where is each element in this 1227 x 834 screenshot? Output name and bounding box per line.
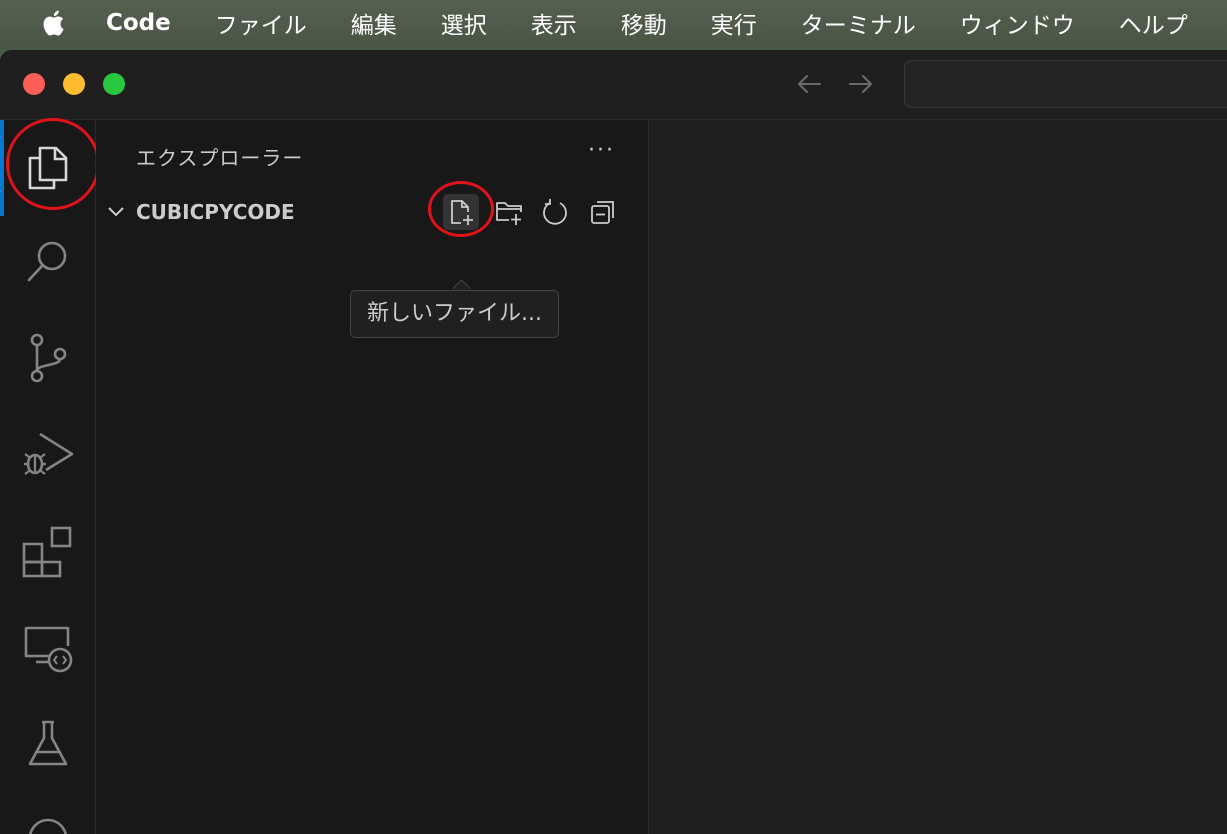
editor-area[interactable] (649, 120, 1227, 834)
menu-file[interactable]: ファイル (215, 6, 307, 40)
new-folder-button[interactable] (491, 194, 527, 230)
zoom-window-button[interactable] (103, 73, 125, 95)
testing-icon[interactable] (20, 714, 76, 770)
sidebar-title: エクスプローラー (136, 146, 304, 170)
close-window-button[interactable] (23, 73, 45, 95)
annotation-circle-explorer (6, 118, 100, 210)
explorer-sidebar: エクスプローラー ··· CUBICPYCODE 新しいファイル... (96, 120, 649, 834)
app-menu-code[interactable]: Code (106, 10, 171, 36)
menu-bar: Code ファイル 編集 選択 表示 移動 実行 ターミナル ウィンドウ ヘルプ (0, 0, 1227, 46)
menu-view[interactable]: 表示 (531, 6, 577, 40)
apple-icon[interactable] (40, 8, 70, 38)
workspace-folder-header[interactable]: CUBICPYCODE (96, 181, 648, 237)
accounts-icon[interactable] (20, 810, 76, 834)
menu-window[interactable]: ウィンドウ (960, 6, 1075, 40)
menu-selection[interactable]: 選択 (441, 6, 487, 40)
new-folder-icon (496, 202, 522, 225)
annotation-circle-new-file (428, 181, 494, 237)
refresh-icon (543, 199, 567, 225)
search-icon[interactable] (20, 234, 76, 290)
vscode-window: エクスプローラー ··· CUBICPYCODE 新しいファイル... (0, 50, 1227, 834)
source-control-icon[interactable] (20, 330, 76, 386)
chevron-down-icon[interactable] (106, 202, 126, 222)
title-bar (0, 50, 1227, 120)
menu-help[interactable]: ヘルプ (1119, 6, 1188, 40)
arrow-left-icon[interactable] (794, 69, 824, 99)
workspace-folder-name: CUBICPYCODE (136, 200, 295, 224)
command-center-search[interactable] (904, 60, 1227, 108)
menu-edit[interactable]: 編集 (351, 6, 397, 40)
activity-bar (0, 118, 100, 834)
remote-explorer-icon[interactable] (20, 618, 76, 674)
collapse-folders-button[interactable] (585, 194, 621, 230)
extensions-icon[interactable] (20, 522, 76, 578)
refresh-explorer-button[interactable] (537, 194, 573, 230)
new-file-tooltip: 新しいファイル... (350, 290, 559, 338)
menu-run[interactable]: 実行 (711, 6, 757, 40)
arrow-right-icon[interactable] (846, 69, 876, 99)
minimize-window-button[interactable] (63, 73, 85, 95)
active-indicator (0, 120, 4, 216)
menu-terminal[interactable]: ターミナル (801, 6, 916, 40)
run-debug-icon[interactable] (20, 426, 76, 482)
collapse-all-icon (591, 201, 614, 224)
menu-go[interactable]: 移動 (621, 6, 667, 40)
more-actions-icon[interactable]: ··· (588, 138, 615, 163)
